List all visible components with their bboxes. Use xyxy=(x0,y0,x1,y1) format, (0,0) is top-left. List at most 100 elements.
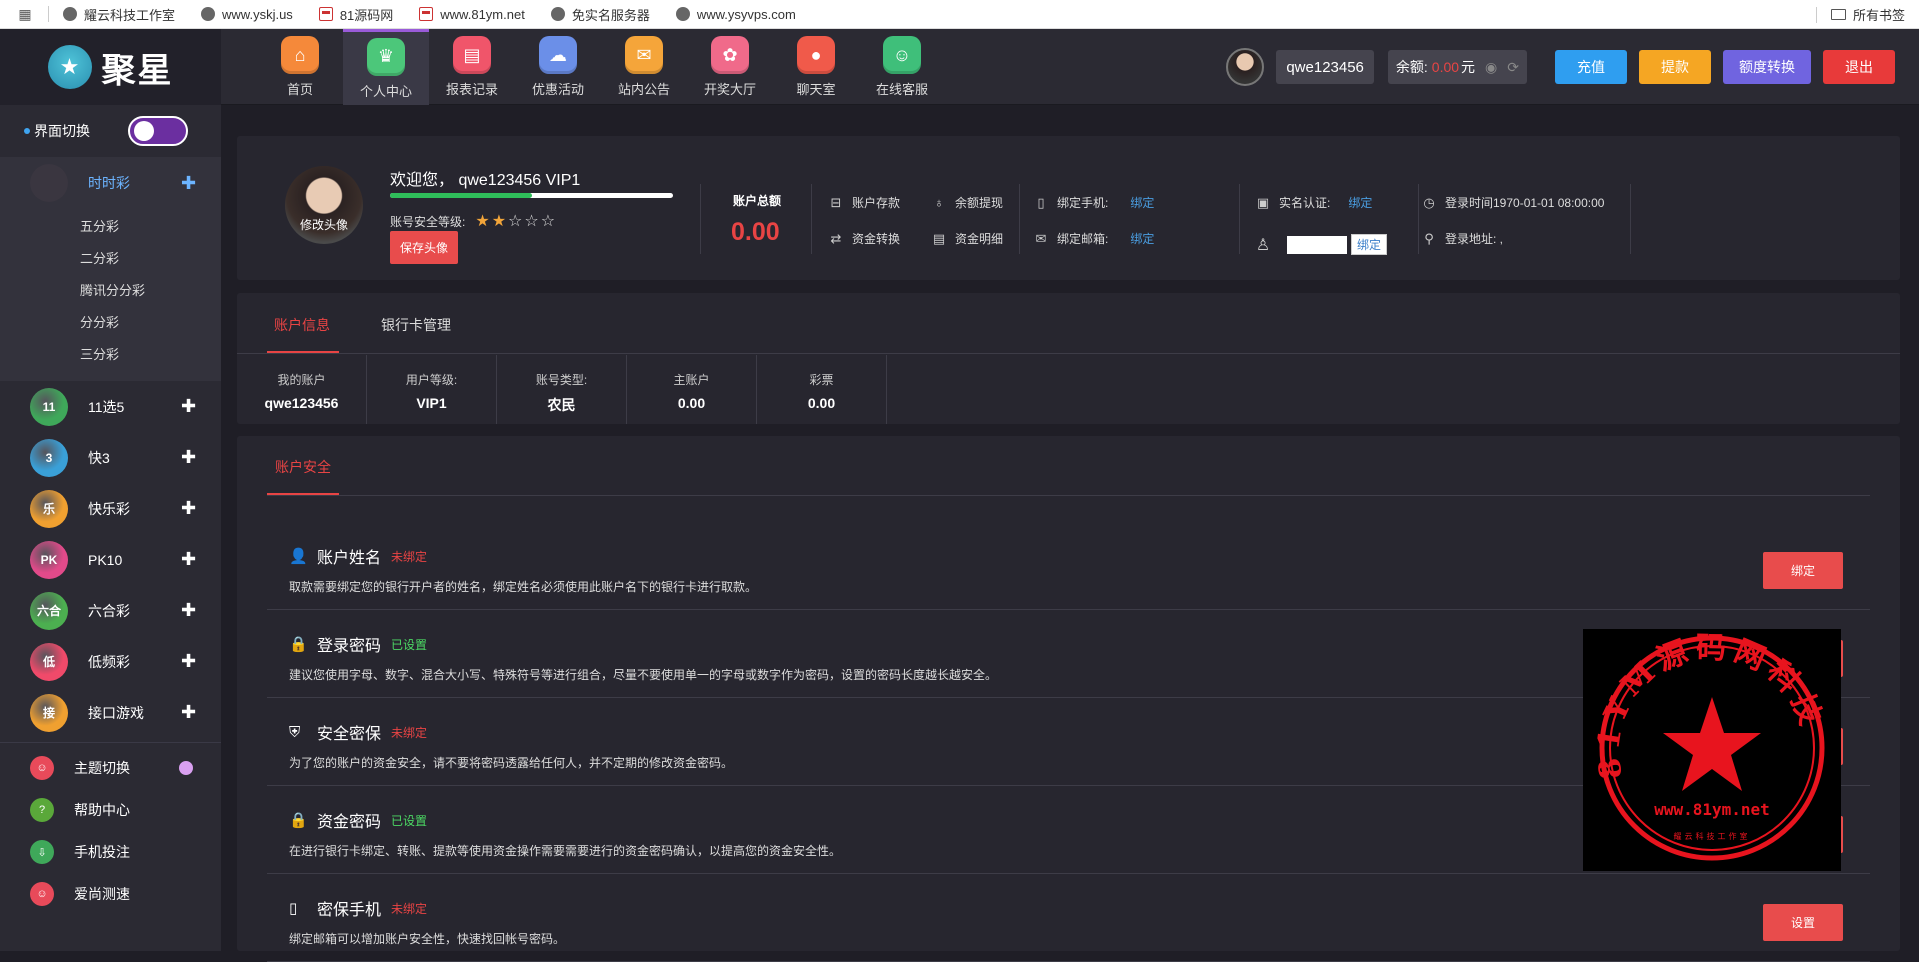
security-stars: ★ ★ ☆ ☆ ☆ xyxy=(473,211,555,231)
deposit-link[interactable]: ⊟ 账户存款 xyxy=(828,194,900,211)
qq-input[interactable] xyxy=(1287,235,1347,254)
nav-item[interactable]: ☺ 在线客服 xyxy=(859,29,945,105)
total-balance-value: 0.00 xyxy=(731,218,780,246)
nav-item[interactable]: ✉ 站内公告 xyxy=(601,29,687,105)
account-info-cell: 我的账户 qwe123456 xyxy=(237,355,367,424)
bind-phone-link[interactable]: 绑定 xyxy=(1130,194,1154,211)
save-avatar-button[interactable]: 保存头像 xyxy=(390,231,458,264)
security-level: 账号安全等级: ★ ★ ☆ ☆ ☆ xyxy=(390,211,555,231)
bookmark-item[interactable]: www.ysyvps.com xyxy=(675,7,796,22)
sidebar-category-ssc[interactable]: 时时彩 ✚ xyxy=(0,157,221,209)
sidebar-sub-item[interactable]: 三分彩 xyxy=(0,337,221,369)
bookmark-item[interactable]: 免实名服务器 xyxy=(550,5,650,24)
nav-item[interactable]: ● 聊天室 xyxy=(773,29,859,105)
sidebar-sub-item[interactable]: 腾讯分分彩 xyxy=(0,273,221,305)
qq-bind-button[interactable]: 绑定 xyxy=(1351,234,1388,255)
sidebar-category-label: 快乐彩 xyxy=(88,500,130,517)
plus-icon[interactable]: ✚ xyxy=(181,396,196,417)
security-action-button[interactable]: 设置 xyxy=(1763,904,1843,941)
nav-item[interactable]: ⌂ 首页 xyxy=(257,29,343,105)
logo[interactable]: ★ 聚星 xyxy=(0,29,221,105)
security-row-title-text: 登录密码 xyxy=(317,638,382,655)
plus-icon[interactable]: ✚ xyxy=(181,702,196,723)
sidebar-utility-item[interactable]: ? 帮助中心 xyxy=(0,789,221,831)
sidebar-category[interactable]: 乐 快乐彩 ✚ xyxy=(0,483,221,534)
divider xyxy=(1630,184,1631,254)
stamp-seal: 81YM源码网科技 www.81ym.net 耀云科技工作室 xyxy=(1591,631,1825,861)
bind-email-row: ✉ 绑定邮箱: 绑定 xyxy=(1033,230,1155,247)
sidebar-utility-item[interactable]: ☺ 主题切换 xyxy=(0,747,221,789)
interface-toggle[interactable] xyxy=(128,116,188,146)
bookmark-item[interactable]: 耀云科技工作室 xyxy=(63,5,175,24)
withdraw-link[interactable]: ♁ 余额提现 xyxy=(931,194,1003,211)
sidebar-sub-item[interactable]: 五分彩 xyxy=(0,209,221,241)
globe-icon xyxy=(63,7,77,21)
plus-icon[interactable]: ✚ xyxy=(181,549,196,570)
nav-item[interactable]: ✿ 开奖大厅 xyxy=(687,29,773,105)
refresh-icon[interactable]: ⟳ xyxy=(1507,59,1519,76)
nav-item-label: 在线客服 xyxy=(875,82,928,97)
home-icon: ⌂ xyxy=(281,36,319,74)
service-icon: ☺ xyxy=(883,36,921,74)
theme-color-dot[interactable] xyxy=(179,761,193,775)
tab-bank-card[interactable]: 银行卡管理 xyxy=(381,315,451,335)
plus-icon[interactable]: ✚ xyxy=(181,600,196,621)
plus-icon[interactable]: ✚ xyxy=(181,651,196,672)
download-icon: ⇩ xyxy=(30,840,54,864)
recharge-button[interactable]: 充值 xyxy=(1555,50,1627,84)
balance-unit: 元 xyxy=(1461,59,1476,75)
realname-bind-link[interactable]: 绑定 xyxy=(1348,194,1372,211)
logout-button[interactable]: 退出 xyxy=(1823,50,1895,84)
security-action-button[interactable]: 绑定 xyxy=(1763,552,1843,589)
site-favicon-icon xyxy=(419,7,434,21)
account-info-label: 用户等级: xyxy=(405,373,458,387)
sidebar-sub-item[interactable]: 二分彩 xyxy=(0,241,221,273)
avatar[interactable] xyxy=(1226,48,1265,86)
profile-avatar[interactable]: 修改头像 xyxy=(285,166,363,244)
nav-item[interactable]: ♛ 个人中心 xyxy=(343,29,429,105)
sidebar-category[interactable]: PK PK10 ✚ xyxy=(0,534,221,585)
plus-icon[interactable]: ✚ xyxy=(181,498,196,519)
globe-icon xyxy=(675,7,690,21)
utility-list: ☺ 主题切换? 帮助中心 ⇩ 手机投注 ☺ 爱尚测速 xyxy=(0,747,221,915)
balance-value: 0.00 xyxy=(1431,59,1460,75)
bookmark-item[interactable]: 81源码网 xyxy=(318,5,393,24)
sidebar-utility-item[interactable]: ⇩ 手机投注 xyxy=(0,831,221,873)
sidebar-category[interactable]: 11 11选5 ✚ xyxy=(0,381,221,432)
security-row: ▯ 密保手机 未绑定 绑定邮箱可以增加账户安全性，快速找回帐号密码。 设置 xyxy=(267,874,1870,962)
username-display: qwe123456 xyxy=(1276,50,1374,84)
fund-transfer-link[interactable]: ⇄ 资金转换 xyxy=(828,230,900,247)
bind-email-link[interactable]: 绑定 xyxy=(1130,230,1154,247)
apps-grid-icon[interactable]: ▦ xyxy=(12,6,38,23)
sidebar-sub-item[interactable]: 分分彩 xyxy=(0,305,221,337)
sidebar-category-label: 快3 xyxy=(88,449,110,466)
nav-item[interactable]: ▤ 报表记录 xyxy=(429,29,515,105)
bind-phone-label: 绑定手机: xyxy=(1057,196,1109,210)
bookmark-item[interactable]: www.yskj.us xyxy=(201,7,293,22)
plus-icon[interactable]: ✚ xyxy=(181,447,196,468)
security-row-title-text: 资金密码 xyxy=(317,814,382,831)
category-badge-icon: PK xyxy=(30,540,68,579)
sidebar-utility-item[interactable]: ☺ 爱尚测速 xyxy=(0,873,221,915)
fund-detail-link[interactable]: ▤ 资金明细 xyxy=(931,230,1003,247)
eye-hide-icon[interactable]: ◉ xyxy=(1485,59,1497,76)
withdraw-button[interactable]: 提款 xyxy=(1639,50,1711,84)
tab-account-info[interactable]: 账户信息 xyxy=(274,315,330,335)
bookmark-item[interactable]: www.81ym.net xyxy=(419,7,525,22)
sidebar-category[interactable]: 六合 六合彩 ✚ xyxy=(0,585,221,636)
star-icon: ☆ xyxy=(524,213,539,230)
nav-item[interactable]: ☁ 优惠活动 xyxy=(515,29,601,105)
sidebar-category[interactable]: 低 低频彩 ✚ xyxy=(0,636,221,687)
security-level-label: 账号安全等级: xyxy=(390,214,466,229)
balance-display: 余额: 0.00 元 ◉ ⟳ xyxy=(1387,50,1527,84)
all-bookmarks[interactable]: 所有书签 xyxy=(1815,0,1905,29)
sidebar-utility-label: 主题切换 xyxy=(74,760,130,776)
tab-account-security[interactable]: 账户安全 xyxy=(275,457,331,477)
header-user-area: qwe123456 余额: 0.00 元 ◉ ⟳ 充值 提款 额度转换 退出 xyxy=(1226,29,1895,105)
change-avatar-label[interactable]: 修改头像 xyxy=(285,216,363,233)
plus-icon[interactable]: ✚ xyxy=(181,173,196,194)
action-label: 资金转换 xyxy=(852,232,901,246)
sidebar-category[interactable]: 接 接口游戏 ✚ xyxy=(0,687,221,738)
sidebar-category[interactable]: 3 快3 ✚ xyxy=(0,432,221,483)
quota-transfer-button[interactable]: 额度转换 xyxy=(1723,50,1811,84)
